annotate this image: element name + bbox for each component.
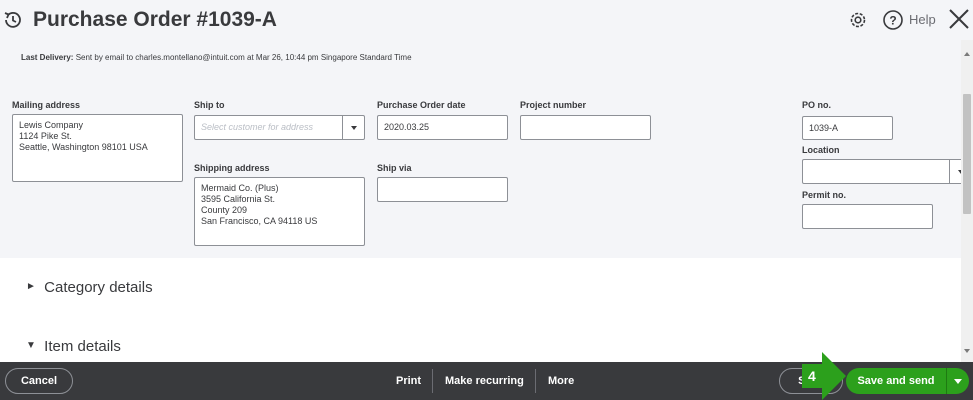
po-date-label: Purchase Order date: [377, 100, 466, 110]
ship-to-label: Ship to: [194, 100, 225, 110]
gear-icon[interactable]: [847, 9, 869, 31]
last-delivery-info: Last Delivery: Sent by email to charles.…: [21, 53, 412, 62]
save-and-send-button[interactable]: Save and send: [846, 368, 969, 394]
footer-divider: [432, 369, 433, 393]
footer-divider: [535, 369, 536, 393]
ship-via-label: Ship via: [377, 163, 412, 173]
save-and-send-label: Save and send: [857, 375, 935, 387]
help-link[interactable]: Help: [909, 12, 936, 27]
step-number-badge: 4: [808, 368, 816, 384]
item-details-label: Item details: [44, 338, 121, 355]
mailing-address-label: Mailing address: [12, 100, 81, 110]
po-no-input[interactable]: 1039-A: [802, 116, 893, 140]
svg-text:?: ?: [889, 14, 896, 28]
permit-no-label: Permit no.: [802, 190, 847, 200]
ship-to-select[interactable]: Select customer for address: [194, 115, 365, 140]
help-icon[interactable]: ?: [882, 9, 904, 31]
project-number-input[interactable]: [520, 115, 651, 140]
mailing-address-field[interactable]: Lewis Company 1124 Pike St. Seattle, Was…: [12, 114, 183, 182]
location-select[interactable]: [802, 159, 964, 184]
vertical-scrollbar[interactable]: [961, 40, 973, 362]
category-details-toggle[interactable]: ► Category details: [26, 279, 153, 296]
last-delivery-label: Last Delivery:: [21, 53, 74, 62]
category-details-label: Category details: [44, 279, 153, 296]
triangle-right-icon: ►: [26, 281, 36, 293]
page-title: Purchase Order #1039-A: [33, 8, 277, 31]
triangle-down-icon: ▼: [26, 340, 36, 352]
scroll-down-icon[interactable]: [964, 349, 970, 353]
shipping-address-field[interactable]: Mermaid Co. (Plus) 3595 California St. C…: [194, 177, 365, 246]
item-details-toggle[interactable]: ▼ Item details: [26, 338, 121, 355]
close-icon[interactable]: [948, 8, 970, 30]
permit-no-input[interactable]: [802, 204, 933, 229]
po-date-input[interactable]: 2020.03.25: [377, 115, 508, 140]
chevron-down-icon[interactable]: [342, 116, 364, 139]
form-header: Purchase Order #1039-A ? Help Last Deliv…: [0, 0, 973, 258]
form-body: ► Category details ▼ Item details: [0, 258, 973, 362]
history-icon[interactable]: [2, 9, 24, 31]
more-button[interactable]: More: [548, 362, 574, 400]
shipping-address-label: Shipping address: [194, 163, 270, 173]
print-button[interactable]: Print: [396, 362, 421, 400]
project-number-label: Project number: [520, 100, 587, 110]
make-recurring-button[interactable]: Make recurring: [445, 362, 524, 400]
last-delivery-text: Sent by email to charles.montellano@intu…: [73, 53, 412, 62]
po-no-label: PO no.: [802, 100, 831, 110]
title-bar: Purchase Order #1039-A ? Help: [0, 0, 973, 40]
scroll-up-icon[interactable]: [964, 52, 970, 56]
ship-to-placeholder: Select customer for address: [201, 122, 314, 132]
location-label: Location: [802, 145, 840, 155]
chevron-down-icon[interactable]: [947, 368, 969, 394]
scroll-thumb[interactable]: [963, 94, 971, 214]
cancel-button[interactable]: Cancel: [5, 368, 73, 394]
ship-via-input[interactable]: [377, 177, 508, 202]
